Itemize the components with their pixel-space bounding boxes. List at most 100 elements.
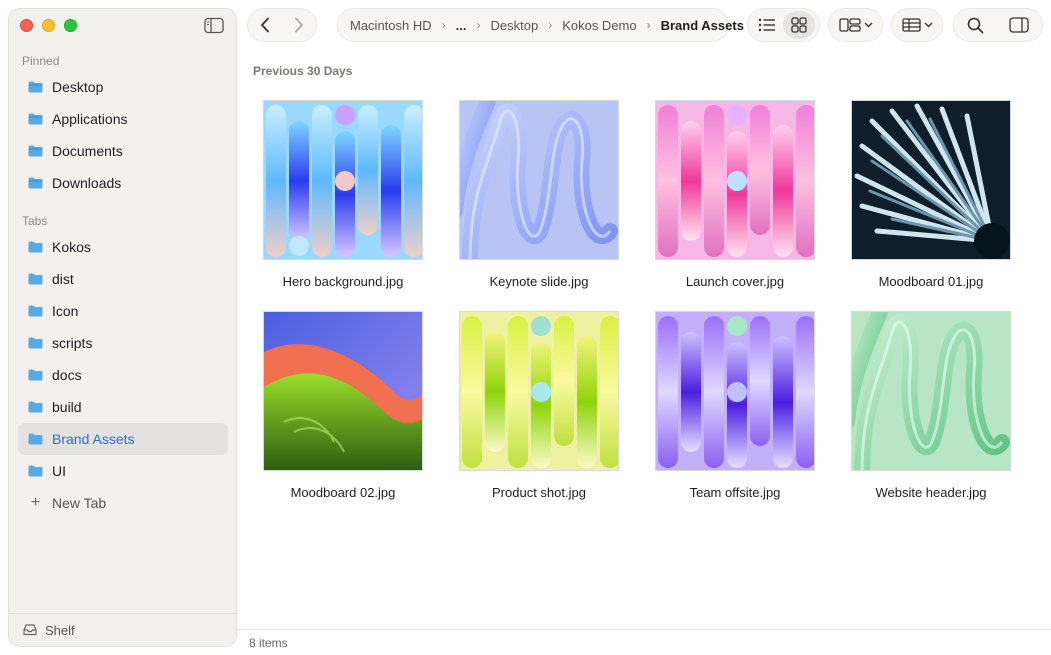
tabs-section-label: Tabs: [22, 214, 48, 228]
file-name: Moodboard 01.jpg: [878, 274, 984, 289]
sidebar: Pinned Desktop Applications Documents Do…: [8, 8, 237, 647]
back-button[interactable]: [248, 8, 282, 42]
sidebar-toggle-icon[interactable]: [204, 17, 224, 34]
group-by-button[interactable]: [828, 8, 883, 42]
sidebar-item-ui[interactable]: UI: [18, 455, 228, 487]
breadcrumb-item[interactable]: Kokos Demo: [562, 18, 636, 33]
folder-icon: [28, 401, 43, 413]
new-tab-label: New Tab: [52, 495, 107, 511]
minimize-button[interactable]: [42, 19, 55, 32]
file-item[interactable]: Keynote slide.jpg: [450, 100, 628, 289]
sidebar-item-brand-assets[interactable]: Brand Assets: [18, 423, 228, 455]
sidebar-item-downloads[interactable]: Downloads: [18, 167, 228, 199]
sidebar-item-desktop[interactable]: Desktop: [18, 71, 228, 103]
folder-icon: [28, 433, 43, 445]
file-name: Hero background.jpg: [282, 274, 404, 289]
search-and-inspector: [953, 8, 1043, 42]
chevron-right-icon: [295, 17, 303, 33]
file-thumbnail: [459, 100, 619, 260]
folder-icon: [28, 273, 43, 285]
sidebar-item-label: Kokos: [52, 239, 91, 255]
sidebar-item-label: dist: [52, 271, 74, 287]
sidebar-item-label: build: [52, 399, 82, 415]
breadcrumb-item[interactable]: Macintosh HD: [350, 18, 432, 33]
pinned-section-label: Pinned: [22, 54, 60, 68]
folder-icon: [28, 369, 43, 381]
sidebar-item-scripts[interactable]: scripts: [18, 327, 228, 359]
file-name: Team offsite.jpg: [689, 485, 781, 500]
folder-icon: [28, 241, 43, 253]
group-header: Previous 30 Days: [253, 64, 353, 78]
view-mode-switcher: [747, 8, 820, 42]
list-icon: [758, 18, 775, 32]
sidebar-item-label: scripts: [52, 335, 93, 351]
folder-icon: [28, 145, 43, 157]
inspector-toggle-button[interactable]: [1009, 17, 1029, 33]
file-thumbnail: [263, 100, 423, 260]
group-icon: [838, 18, 861, 32]
pinned-list: Desktop Applications Documents Downloads: [18, 71, 228, 199]
sidebar-item-documents[interactable]: Documents: [18, 135, 228, 167]
breadcrumb: Macintosh HD › ... › Desktop › Kokos Dem…: [337, 8, 744, 42]
item-count: 8 items: [249, 635, 288, 650]
file-thumbnail: [263, 311, 423, 471]
finder-window: Pinned Desktop Applications Documents Do…: [0, 0, 1051, 655]
folder-icon: [28, 465, 43, 477]
file-name: Moodboard 02.jpg: [290, 485, 396, 500]
sidebar-item-applications[interactable]: Applications: [18, 103, 228, 135]
sidebar-item-label: Applications: [52, 111, 128, 127]
folder-icon: [28, 81, 43, 93]
file-item[interactable]: Launch cover.jpg: [646, 100, 824, 289]
forward-button[interactable]: [282, 8, 316, 42]
window-controls: [20, 19, 77, 32]
list-view-button[interactable]: [751, 11, 783, 39]
sidebar-item-label: docs: [52, 367, 82, 383]
sort-options-button[interactable]: [891, 8, 943, 42]
breadcrumb-separator-icon: ›: [646, 18, 651, 32]
file-item[interactable]: Website header.jpg: [842, 311, 1020, 500]
file-thumbnail: [655, 311, 815, 471]
chevron-left-icon: [261, 17, 269, 33]
table-icon: [901, 18, 921, 32]
sidebar-item-label: Icon: [52, 303, 79, 319]
file-name: Launch cover.jpg: [685, 274, 785, 289]
breadcrumb-separator-icon: ›: [548, 18, 553, 32]
navigation-controls: [247, 8, 317, 42]
search-button[interactable]: [967, 17, 984, 34]
plus-icon: +: [30, 494, 41, 511]
sidebar-item-docs[interactable]: docs: [18, 359, 228, 391]
sidebar-item-kokos[interactable]: Kokos: [18, 231, 228, 263]
tray-icon: [23, 624, 37, 636]
file-name: Product shot.jpg: [492, 485, 586, 500]
breadcrumb-item[interactable]: Desktop: [490, 18, 538, 33]
chevron-down-icon: [864, 22, 872, 28]
sidebar-item-build[interactable]: build: [18, 391, 228, 423]
sidebar-item-icon[interactable]: Icon: [18, 295, 228, 327]
breadcrumb-current[interactable]: Brand Assets: [661, 18, 744, 33]
file-thumbnail: [851, 100, 1011, 260]
file-grid: Hero background.jpg Keynote slide.jpg La…: [254, 100, 1020, 500]
grid-icon: [791, 17, 807, 33]
grid-view-button[interactable]: [783, 11, 815, 39]
breadcrumb-separator-icon: ›: [476, 18, 481, 32]
breadcrumb-item[interactable]: ...: [456, 18, 467, 33]
tabs-list: Kokos dist Icon scripts docs build Brand…: [18, 231, 228, 519]
close-button[interactable]: [20, 19, 33, 32]
sidebar-item-label: Brand Assets: [52, 431, 135, 447]
shelf-button[interactable]: Shelf: [9, 613, 236, 646]
sidebar-item-dist[interactable]: dist: [18, 263, 228, 295]
new-tab-button[interactable]: + New Tab: [18, 487, 228, 519]
folder-icon: [28, 177, 43, 189]
file-item[interactable]: Hero background.jpg: [254, 100, 432, 289]
inspector-panel-icon: [1009, 17, 1029, 33]
file-item[interactable]: Moodboard 02.jpg: [254, 311, 432, 500]
folder-icon: [28, 113, 43, 125]
folder-icon: [28, 305, 43, 317]
shelf-label: Shelf: [45, 622, 75, 638]
zoom-button[interactable]: [64, 19, 77, 32]
file-item[interactable]: Product shot.jpg: [450, 311, 628, 500]
file-item[interactable]: Moodboard 01.jpg: [842, 100, 1020, 289]
chevron-down-icon: [924, 22, 932, 28]
file-item[interactable]: Team offsite.jpg: [646, 311, 824, 500]
sidebar-item-label: UI: [52, 463, 66, 479]
